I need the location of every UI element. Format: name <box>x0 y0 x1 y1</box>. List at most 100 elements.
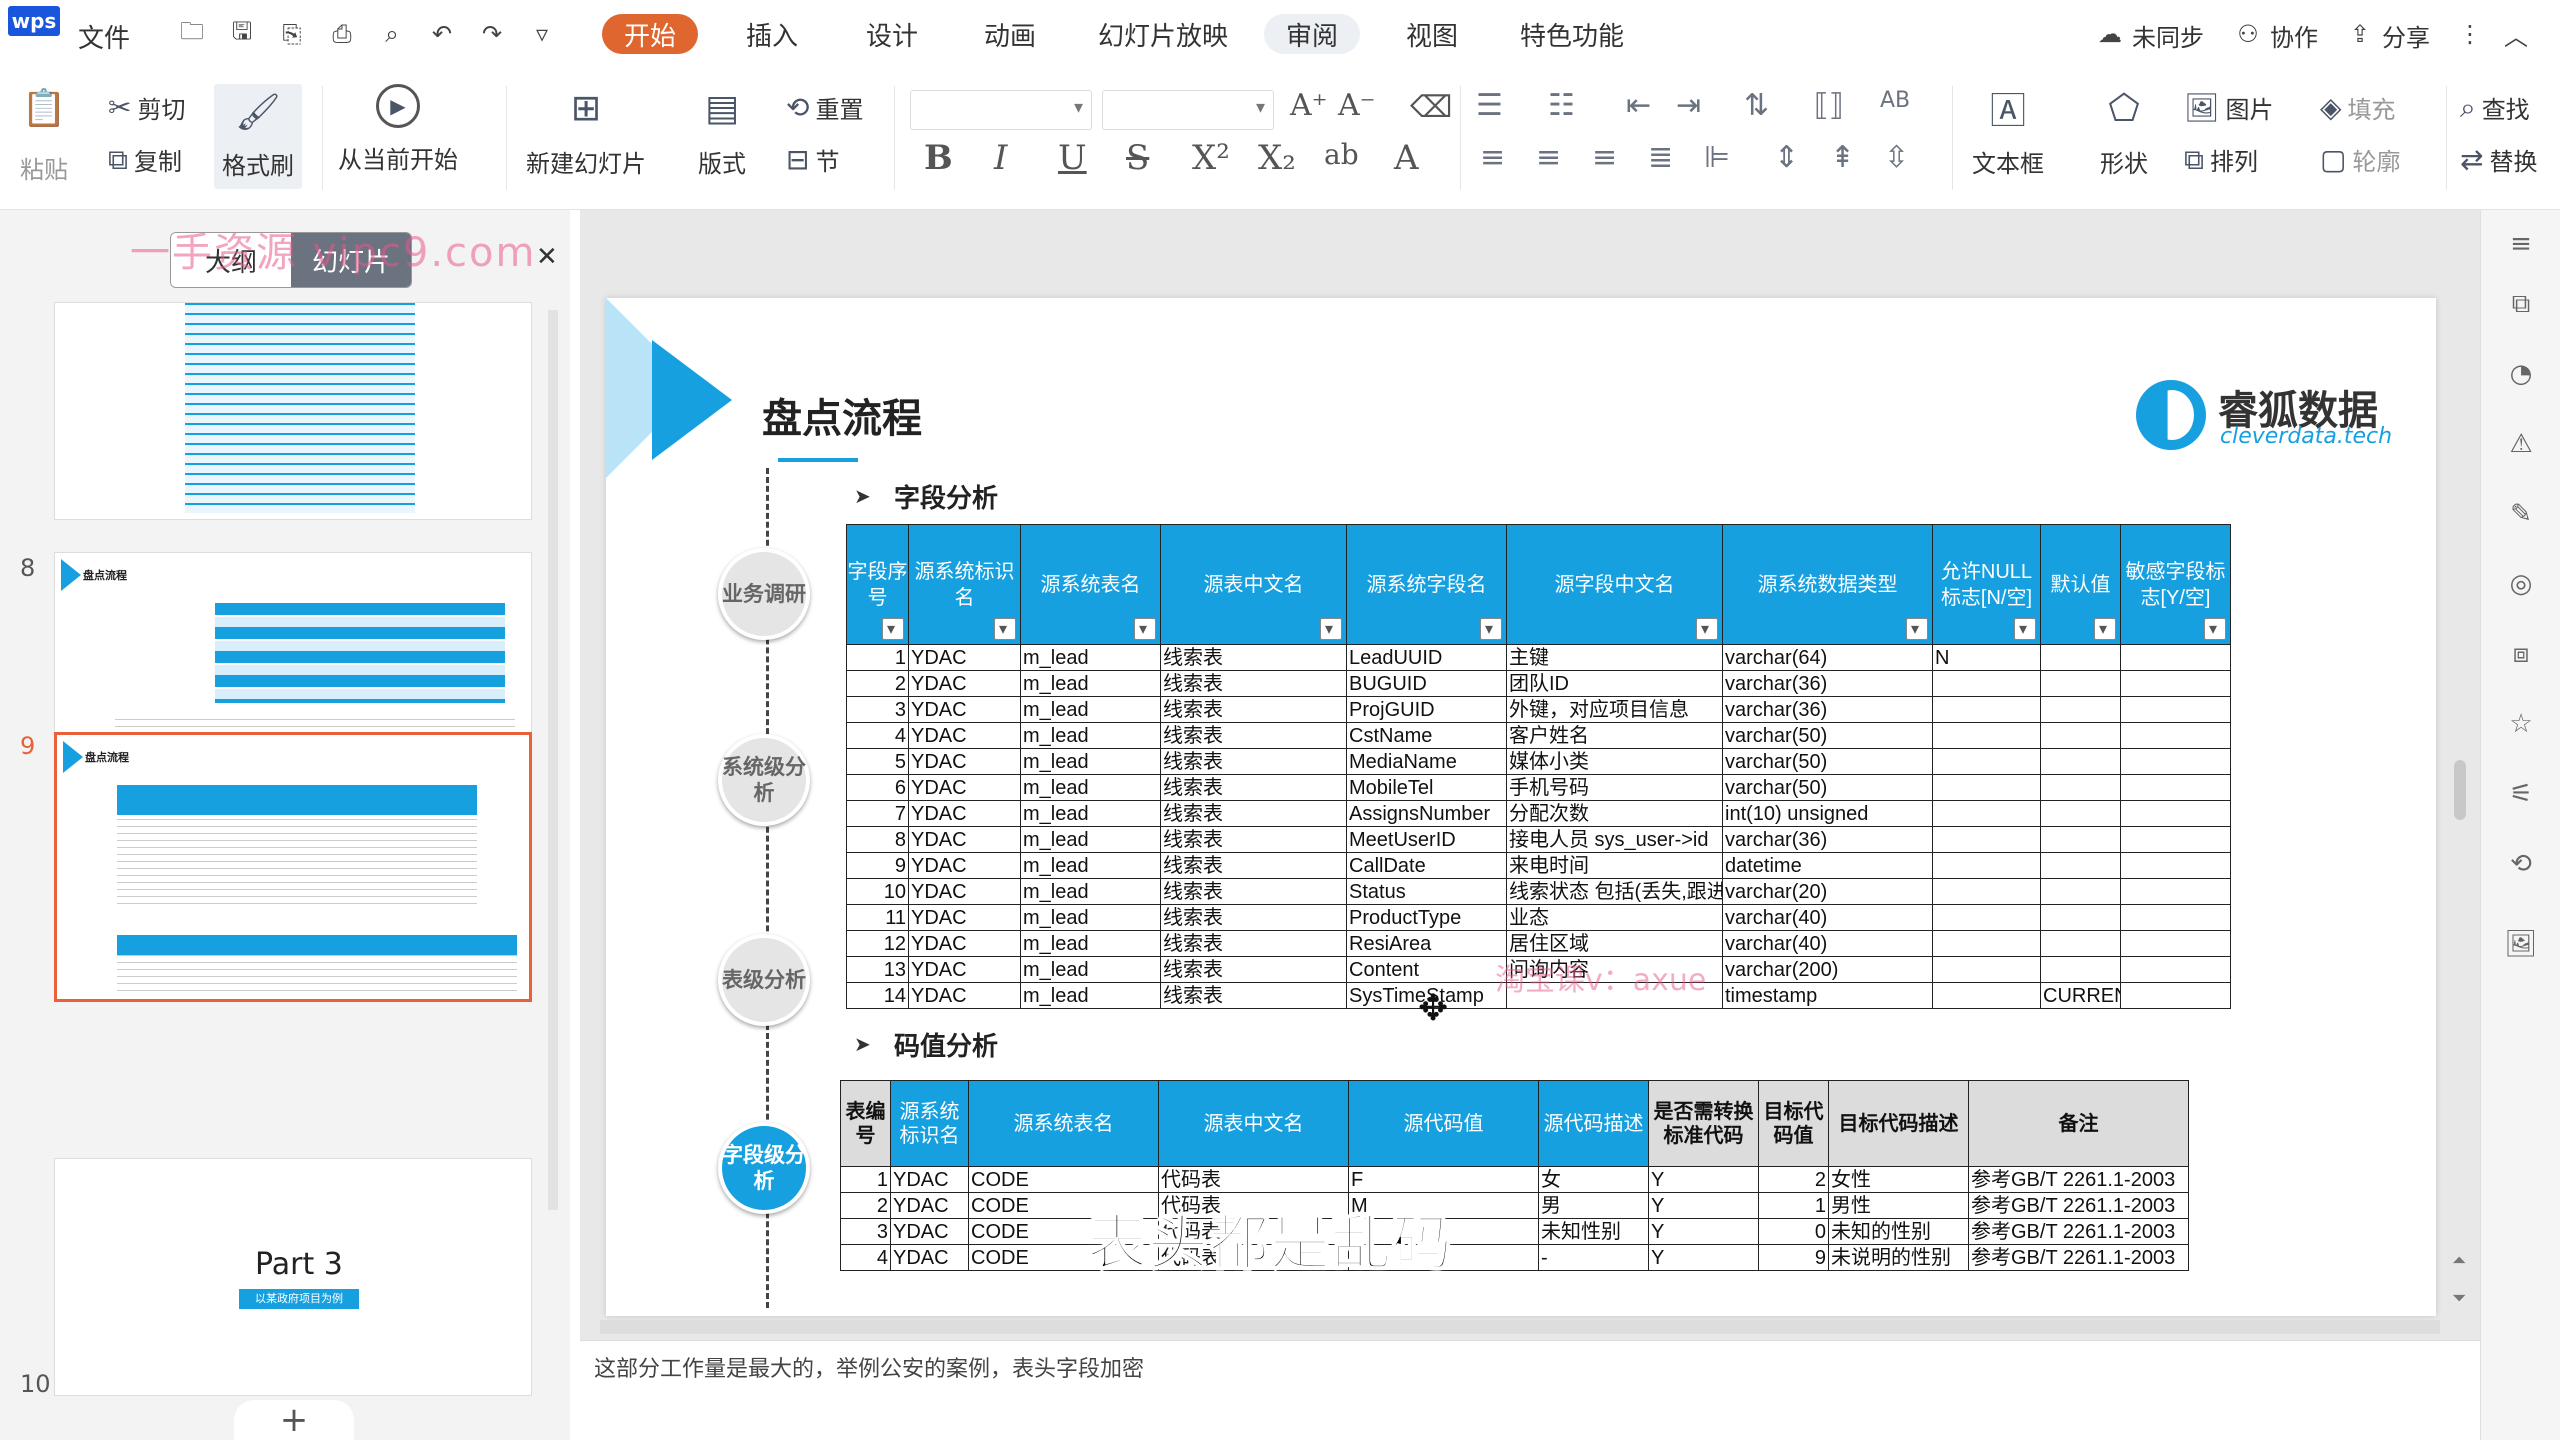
table-cell[interactable]: 来电时间 <box>1506 852 1723 879</box>
line-spacing-icon[interactable]: ⇅ <box>1744 88 1769 123</box>
table-cell[interactable]: 未知的性别 <box>1828 1218 1969 1245</box>
textbox-button[interactable]: 🄰 文本框 <box>1972 84 2044 179</box>
table-cell[interactable]: 1 <box>846 644 909 671</box>
horizontal-scrollbar[interactable] <box>600 1320 2440 1334</box>
table-cell[interactable]: YDAC <box>908 748 1021 775</box>
open-icon[interactable]: 🗀 <box>176 17 208 50</box>
next-slide-icon[interactable]: ⏷ <box>2452 1288 2466 1309</box>
slide[interactable]: 盘点流程 睿狐数据 cleverdata.tech 业务调研 系统级分析 表级分… <box>606 298 2436 1316</box>
filter-dropdown-icon[interactable] <box>2204 617 2226 643</box>
table-cell[interactable]: YDAC <box>908 670 1021 697</box>
format-painter-button[interactable]: 🖌 格式刷 <box>214 84 302 189</box>
table-cell[interactable]: varchar(40) <box>1722 904 1933 931</box>
field-analysis-table[interactable]: 字段序号源系统标识名 源系统表名 源表中文名 源系统字段名 源字段中文名 源系统数据类型 允… <box>846 524 2231 1009</box>
filter-dropdown-icon[interactable] <box>1906 617 1928 643</box>
table-cell[interactable] <box>2120 930 2231 957</box>
table-cell[interactable]: YDAC <box>908 696 1021 723</box>
table-cell[interactable]: varchar(36) <box>1722 826 1933 853</box>
table-cell[interactable] <box>2120 852 2231 879</box>
table-cell[interactable]: ProductType <box>1346 904 1507 931</box>
table-cell[interactable] <box>2120 722 2231 749</box>
table-cell[interactable] <box>2040 670 2121 697</box>
panel-scrollbar[interactable] <box>548 310 558 1210</box>
file-menu[interactable]: 文件 <box>78 18 130 55</box>
table-cell[interactable]: 线索表 <box>1160 644 1347 671</box>
table-cell[interactable] <box>2120 774 2231 801</box>
arrange-button[interactable]: ⧉ 排列 <box>2184 142 2258 177</box>
table-cell[interactable] <box>1932 904 2041 931</box>
table-cell[interactable]: 2 <box>840 1192 891 1219</box>
numbering-icon[interactable]: ☷ <box>1548 88 1575 123</box>
filter-dropdown-icon[interactable] <box>2094 617 2116 643</box>
save-icon[interactable]: 🖫 <box>226 17 258 50</box>
table-cell[interactable] <box>2040 826 2121 853</box>
code-header-1[interactable]: 源系统标识名 <box>890 1080 969 1167</box>
canvas-scrollbar[interactable]: ⏶ ⏷ <box>2448 220 2472 1320</box>
table-cell[interactable]: Y <box>1648 1166 1759 1193</box>
tab-view[interactable]: 视图 <box>1400 14 1464 54</box>
table-row[interactable]: 3 YDAC m_lead 线索表 ProjGUID 外键，对应项目信息 varchar(3… <box>846 696 2231 723</box>
code-header-4[interactable]: 源代码值 <box>1348 1080 1539 1167</box>
filter-dropdown-icon[interactable] <box>1480 617 1502 643</box>
table-cell[interactable]: 3 <box>846 696 909 723</box>
table-cell[interactable] <box>2040 800 2121 827</box>
underline-icon[interactable]: U <box>1058 138 1087 178</box>
layout-button[interactable]: ▤ 版式 <box>698 84 746 179</box>
table-row[interactable]: 1 YDAC CODE 代码表 F 女 Y 2 女性 参考GB/T 2261.1-2003 <box>840 1166 2189 1193</box>
table-cell[interactable]: 参考GB/T 2261.1-2003 <box>1968 1244 2189 1271</box>
table-cell[interactable]: 手机号码 <box>1506 774 1723 801</box>
table-cell[interactable]: varchar(50) <box>1722 774 1933 801</box>
table-cell[interactable]: 男 <box>1538 1192 1649 1219</box>
table-cell[interactable]: MeetUserID <box>1346 826 1507 853</box>
table-cell[interactable]: 线索状态 包括(丢失,跟进 <box>1506 878 1723 905</box>
new-slide-button[interactable]: ⊞ 新建幻灯片 <box>526 84 646 179</box>
paste-button[interactable]: 📋 粘贴 <box>20 84 68 185</box>
table-cell[interactable]: 3 <box>840 1218 891 1245</box>
italic-icon[interactable]: I <box>994 138 1007 178</box>
table-row[interactable]: 7 YDAC m_lead 线索表 AssignsNumber 分配次数 int(10) u… <box>846 800 2231 827</box>
font-family-select[interactable] <box>910 90 1092 130</box>
table-cell[interactable] <box>2120 696 2231 723</box>
table-cell[interactable]: m_lead <box>1020 748 1161 775</box>
field-header-8[interactable]: 默认值 <box>2040 524 2121 645</box>
columns-icon[interactable]: ⇳ <box>1884 140 1909 175</box>
table-cell[interactable]: varchar(50) <box>1722 722 1933 749</box>
table-cell[interactable]: 客户姓名 <box>1506 722 1723 749</box>
slide-thumb-7[interactable] <box>54 302 532 520</box>
table-cell[interactable]: Y <box>1648 1218 1759 1245</box>
table-cell[interactable]: 12 <box>846 930 909 957</box>
table-cell[interactable]: 0 <box>1758 1218 1829 1245</box>
code-header-2[interactable]: 源系统表名 <box>968 1080 1159 1167</box>
table-cell[interactable] <box>2040 852 2121 879</box>
redo-icon[interactable]: ↷ <box>476 18 508 50</box>
table-cell[interactable]: CURRENT_TIMEST <box>2040 982 2121 1009</box>
wps-logo[interactable]: wps <box>8 6 60 36</box>
table-row[interactable]: 2 YDAC CODE 代码表 M 男 Y 1 男性 参考GB/T 2261.1-2003 <box>840 1192 2189 1219</box>
table-cell[interactable]: timestamp <box>1722 982 1933 1009</box>
table-row[interactable]: 3 YDAC CODE 代码表 未知性别 Y 0 未知的性别 参考GB/T 2261.1-200… <box>840 1218 2189 1245</box>
table-cell[interactable]: 10 <box>846 878 909 905</box>
code-header-0[interactable]: 表编号 <box>840 1080 891 1167</box>
table-cell[interactable]: 6 <box>846 774 909 801</box>
table-cell[interactable]: 5 <box>846 748 909 775</box>
table-cell[interactable]: YDAC <box>908 904 1021 931</box>
code-header-8[interactable]: 目标代码描述 <box>1828 1080 1969 1167</box>
table-cell[interactable]: 团队ID <box>1506 670 1723 697</box>
table-row[interactable]: 2 YDAC m_lead 线索表 BUGUID 团队ID varchar(36) <box>846 670 2231 697</box>
undo-icon[interactable]: ↶ <box>426 18 458 50</box>
tab-special[interactable]: 特色功能 <box>1516 14 1628 54</box>
table-cell[interactable]: LeadUUID <box>1346 644 1507 671</box>
table-cell[interactable]: 线索表 <box>1160 852 1347 879</box>
table-cell[interactable]: 2 <box>846 670 909 697</box>
table-cell[interactable] <box>2040 696 2121 723</box>
prev-slide-icon[interactable]: ⏶ <box>2452 1250 2466 1271</box>
table-cell[interactable]: 女性 <box>1828 1166 1969 1193</box>
table-cell[interactable] <box>2040 904 2121 931</box>
table-cell[interactable]: m_lead <box>1020 930 1161 957</box>
filter-dropdown-icon[interactable] <box>994 617 1016 643</box>
table-cell[interactable]: YDAC <box>908 644 1021 671</box>
more-icon[interactable]: ⋮ <box>2454 18 2486 50</box>
field-header-2[interactable]: 源系统表名 <box>1020 524 1161 645</box>
table-cell[interactable] <box>1932 930 2041 957</box>
subscript-icon[interactable]: X₂ <box>1258 138 1296 178</box>
